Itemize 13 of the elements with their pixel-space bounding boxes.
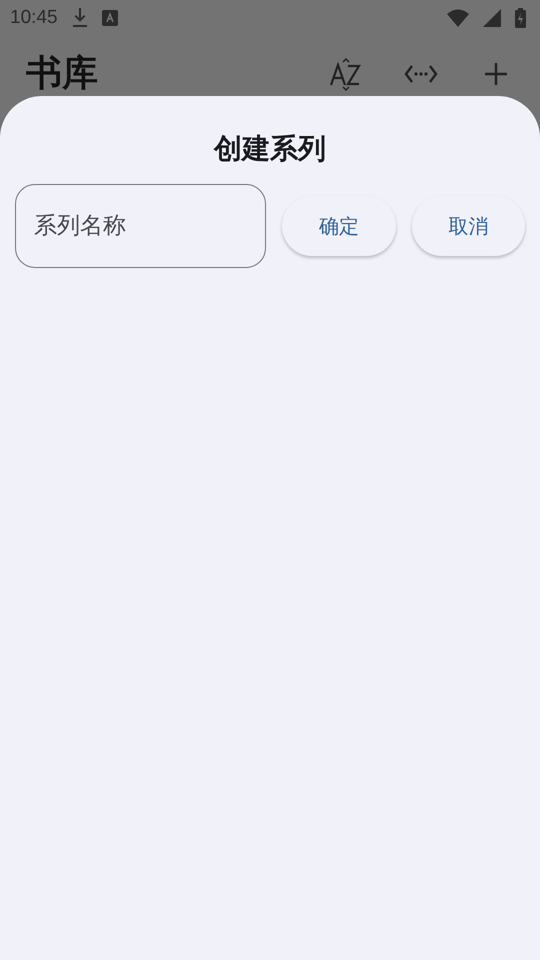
plus-icon — [484, 62, 508, 86]
sort-icon — [329, 57, 363, 91]
wifi-icon — [447, 9, 469, 27]
battery-icon — [515, 8, 526, 28]
download-icon — [72, 8, 88, 28]
signal-icon — [483, 9, 501, 27]
status-time: 10:45 — [10, 7, 58, 29]
page-title: 书库 — [26, 55, 98, 93]
series-name-field[interactable]: 系列名称 — [15, 184, 266, 268]
sheet-title: 创建系列 — [214, 131, 326, 167]
keyboard-icon — [102, 10, 118, 26]
cancel-button[interactable]: 取消 — [412, 196, 525, 256]
confirm-button[interactable]: 确定 — [282, 196, 396, 256]
